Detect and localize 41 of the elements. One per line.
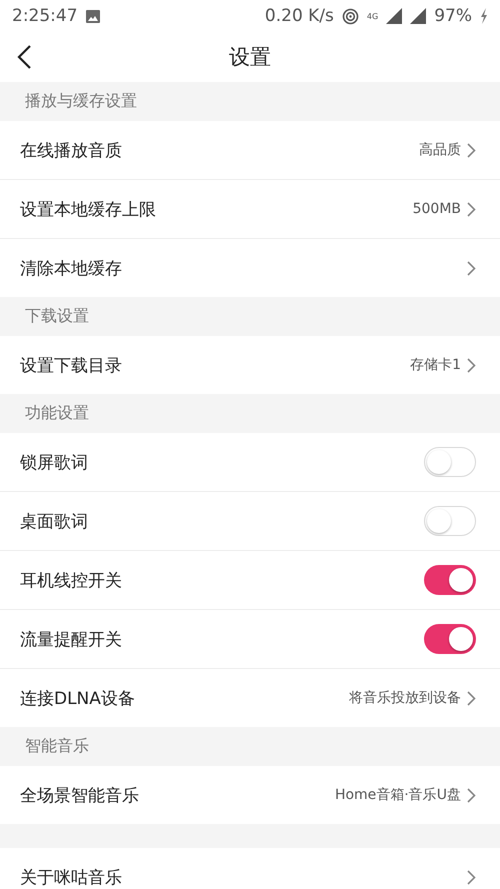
toggle-switch[interactable] xyxy=(424,447,476,477)
setting-label: 清除本地缓存 xyxy=(20,258,123,280)
signal-icon xyxy=(386,8,402,24)
chevron-right-icon xyxy=(467,260,476,276)
image-icon xyxy=(86,10,100,22)
chevron-right-icon xyxy=(467,690,476,706)
setting-label: 桌面歌词 xyxy=(20,510,89,532)
section-title: 下载设置 xyxy=(25,306,89,327)
section-title: 功能设置 xyxy=(25,403,89,424)
status-time: 2:25:47 xyxy=(12,6,78,26)
setting-label: 设置本地缓存上限 xyxy=(20,198,157,220)
signal-icon xyxy=(410,8,426,24)
setting-label: 耳机线控开关 xyxy=(20,570,123,592)
setting-label: 全场景智能音乐 xyxy=(20,784,140,806)
chevron-right-icon xyxy=(467,202,476,216)
toggle-switch[interactable] xyxy=(424,624,476,654)
toggle-switch[interactable] xyxy=(424,565,476,595)
chevron-right-icon xyxy=(467,142,476,158)
setting-label: 关于咪咕音乐 xyxy=(20,866,123,888)
network-type: 4G xyxy=(366,12,378,20)
setting-value: 将音乐投放到设备 xyxy=(349,689,461,707)
battery-level: 97% xyxy=(434,6,472,26)
network-speed: 0.20 K/s xyxy=(264,6,334,26)
hotspot-icon xyxy=(342,8,359,24)
charging-icon xyxy=(480,8,488,24)
setting-value: 存储卡1 xyxy=(410,356,461,374)
toggle-switch[interactable] xyxy=(424,506,476,536)
setting-label: 设置下载目录 xyxy=(20,354,123,376)
section-title: 智能音乐 xyxy=(25,736,89,757)
setting-label: 流量提醒开关 xyxy=(20,628,123,650)
setting-label: 锁屏歌词 xyxy=(20,452,89,474)
chevron-right-icon xyxy=(467,788,476,802)
setting-label: 连接DLNA设备 xyxy=(20,688,136,710)
setting-value: Home音箱·音乐U盘 xyxy=(334,786,461,804)
chevron-right-icon xyxy=(467,358,476,372)
chevron-right-icon xyxy=(467,870,476,884)
section-title: 播放与缓存设置 xyxy=(25,91,137,112)
setting-value: 500MB xyxy=(412,201,461,217)
setting-label: 在线播放音质 xyxy=(20,140,123,162)
setting-value: 高品质 xyxy=(419,141,461,159)
page-title: 设置 xyxy=(229,44,271,71)
